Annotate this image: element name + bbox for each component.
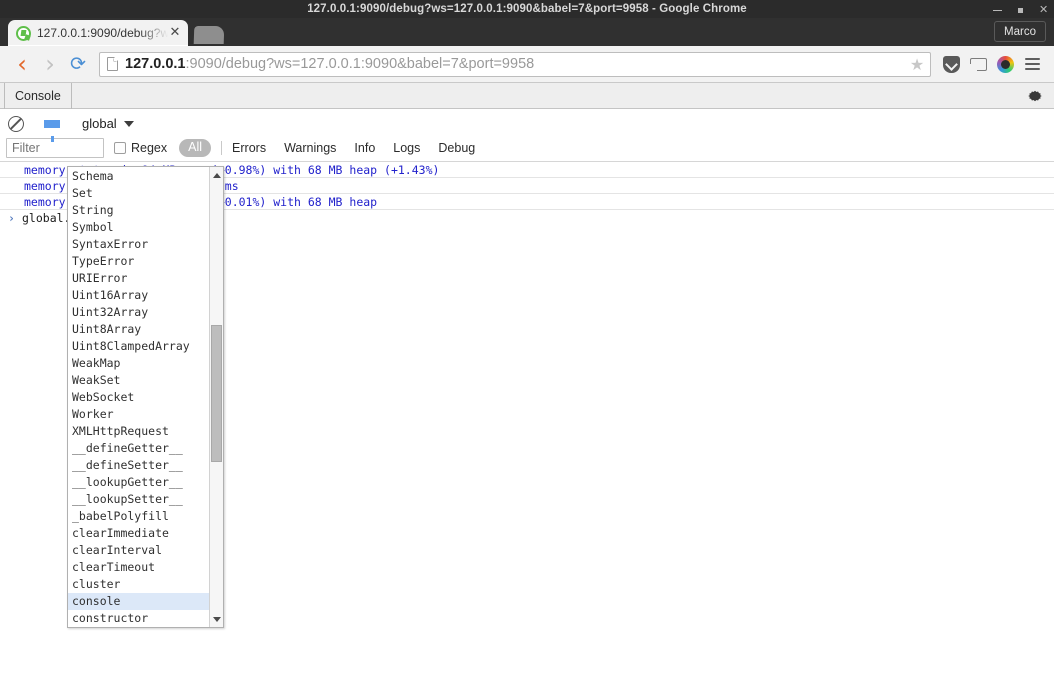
autocomplete-item[interactable]: Uint16Array xyxy=(68,287,209,304)
address-bar[interactable]: 127.0.0.1:9090/debug?ws=127.0.0.1:9090&b… xyxy=(99,51,931,77)
settings-gear-icon[interactable] xyxy=(1026,87,1044,105)
autocomplete-item[interactable]: Uint8Array xyxy=(68,321,209,338)
reload-icon[interactable]: ⟳ xyxy=(64,50,92,78)
autocomplete-item[interactable]: constructor xyxy=(68,610,209,627)
autocomplete-item[interactable]: Set xyxy=(68,185,209,202)
console-toolbar: global Regex All Errors Warnings Info Lo… xyxy=(0,109,1054,162)
devtools-tabbar: Console xyxy=(0,82,1054,109)
autocomplete-item[interactable]: cluster xyxy=(68,576,209,593)
page-document-icon xyxy=(107,57,118,71)
scroll-down-arrow-icon[interactable] xyxy=(210,612,223,626)
filter-funnel-icon[interactable] xyxy=(44,119,60,142)
autocomplete-list[interactable]: Schema Set String Symbol SyntaxError TypeErro… xyxy=(68,167,209,627)
level-filter-all[interactable]: All xyxy=(179,139,212,157)
maximize-button[interactable] xyxy=(1016,5,1025,14)
autocomplete-item[interactable]: clearTimeout xyxy=(68,559,209,576)
console-toolbar-row-filters: Regex All Errors Warnings Info Logs Debu… xyxy=(0,135,1054,161)
extension-icon[interactable] xyxy=(992,50,1019,78)
console-output: memory status is 94 MB ram (+0.98%) with… xyxy=(0,162,1054,689)
scroll-up-arrow-icon[interactable] xyxy=(210,168,223,182)
tab-console[interactable]: Console xyxy=(4,82,72,109)
bookmark-star-icon[interactable]: ★ xyxy=(908,55,926,74)
autocomplete-item[interactable]: WebSocket xyxy=(68,389,209,406)
autocomplete-item[interactable]: TypeError xyxy=(68,253,209,270)
regex-label: Regex xyxy=(131,141,168,155)
level-filter-errors[interactable]: Errors xyxy=(232,141,266,155)
autocomplete-item[interactable]: String xyxy=(68,202,209,219)
minimize-button[interactable] xyxy=(993,5,1002,14)
regex-checkbox[interactable] xyxy=(114,142,126,154)
autocomplete-item[interactable]: URIError xyxy=(68,270,209,287)
autocomplete-item[interactable]: console xyxy=(68,593,209,610)
autocomplete-popup[interactable]: Schema Set String Symbol SyntaxError TypeErro… xyxy=(67,166,224,628)
tab-title: 127.0.0.1:9090/debug?w xyxy=(37,26,168,40)
profile-button[interactable]: Marco xyxy=(994,21,1046,42)
window-controls: ✕ xyxy=(993,0,1048,18)
autocomplete-item[interactable]: __lookupSetter__ xyxy=(68,491,209,508)
autocomplete-item[interactable]: clearImmediate xyxy=(68,525,209,542)
pocket-icon[interactable] xyxy=(938,50,965,78)
url-host: 127.0.0.1 xyxy=(125,56,186,72)
autocomplete-item[interactable]: Symbol xyxy=(68,219,209,236)
url-text: 127.0.0.1:9090/debug?ws=127.0.0.1:9090&b… xyxy=(125,56,908,72)
autocomplete-item[interactable]: __defineSetter__ xyxy=(68,457,209,474)
close-window-button[interactable]: ✕ xyxy=(1039,4,1048,15)
regex-checkbox-group[interactable]: Regex xyxy=(114,141,167,155)
autocomplete-item[interactable]: Schema xyxy=(68,168,209,185)
forward-icon[interactable]: › xyxy=(36,50,64,78)
cast-icon[interactable] xyxy=(965,50,992,78)
back-icon[interactable]: ‹ xyxy=(8,50,36,78)
autocomplete-item[interactable]: Uint8ClampedArray xyxy=(68,338,209,355)
chevron-down-icon[interactable] xyxy=(123,120,134,127)
autocomplete-item[interactable]: __lookupGetter__ xyxy=(68,474,209,491)
browser-tab-active[interactable]: 127.0.0.1:9090/debug?w ✕ xyxy=(8,20,188,46)
level-filter-logs[interactable]: Logs xyxy=(393,141,420,155)
node-debug-favicon xyxy=(16,25,31,41)
chrome-menu-icon[interactable] xyxy=(1019,50,1046,78)
scrollbar-thumb[interactable] xyxy=(211,325,222,462)
profile-label: Marco xyxy=(1004,25,1036,38)
window-titlebar: 127.0.0.1:9090/debug?ws=127.0.0.1:9090&b… xyxy=(0,0,1054,18)
autocomplete-item[interactable]: Uint32Array xyxy=(68,304,209,321)
level-filter-warnings[interactable]: Warnings xyxy=(284,141,336,155)
autocomplete-item[interactable]: XMLHttpRequest xyxy=(68,423,209,440)
tab-strip: 127.0.0.1:9090/debug?w ✕ Marco xyxy=(0,18,1054,46)
url-rest: :9090/debug?ws=127.0.0.1:9090&babel=7&po… xyxy=(185,56,535,72)
navigation-toolbar: ‹ › ⟳ 127.0.0.1:9090/debug?ws=127.0.0.1:… xyxy=(0,46,1054,83)
autocomplete-item[interactable]: SyntaxError xyxy=(68,236,209,253)
prompt-chevron-icon: › xyxy=(8,211,15,225)
autocomplete-item[interactable]: _babelPolyfill xyxy=(68,508,209,525)
autocomplete-item[interactable]: WeakSet xyxy=(68,372,209,389)
context-selector-label[interactable]: global xyxy=(82,116,117,131)
filter-input[interactable] xyxy=(6,138,104,158)
window-title: 127.0.0.1:9090/debug?ws=127.0.0.1:9090&b… xyxy=(307,3,747,15)
autocomplete-item[interactable]: Worker xyxy=(68,406,209,423)
autocomplete-item[interactable]: WeakMap xyxy=(68,355,209,372)
clear-console-icon[interactable] xyxy=(8,115,24,132)
toolbar-divider xyxy=(221,141,223,155)
tab-console-label: Console xyxy=(15,88,61,103)
close-icon[interactable]: ✕ xyxy=(168,26,182,40)
autocomplete-item[interactable]: __defineGetter__ xyxy=(68,440,209,457)
autocomplete-scrollbar[interactable] xyxy=(209,167,223,627)
level-filter-debug[interactable]: Debug xyxy=(438,141,475,155)
autocomplete-item[interactable]: clearInterval xyxy=(68,542,209,559)
console-input-typed: global. xyxy=(22,211,71,225)
console-toolbar-row-top: global xyxy=(0,112,1054,142)
level-filter-info[interactable]: Info xyxy=(354,141,375,155)
new-tab-button[interactable] xyxy=(193,26,225,44)
